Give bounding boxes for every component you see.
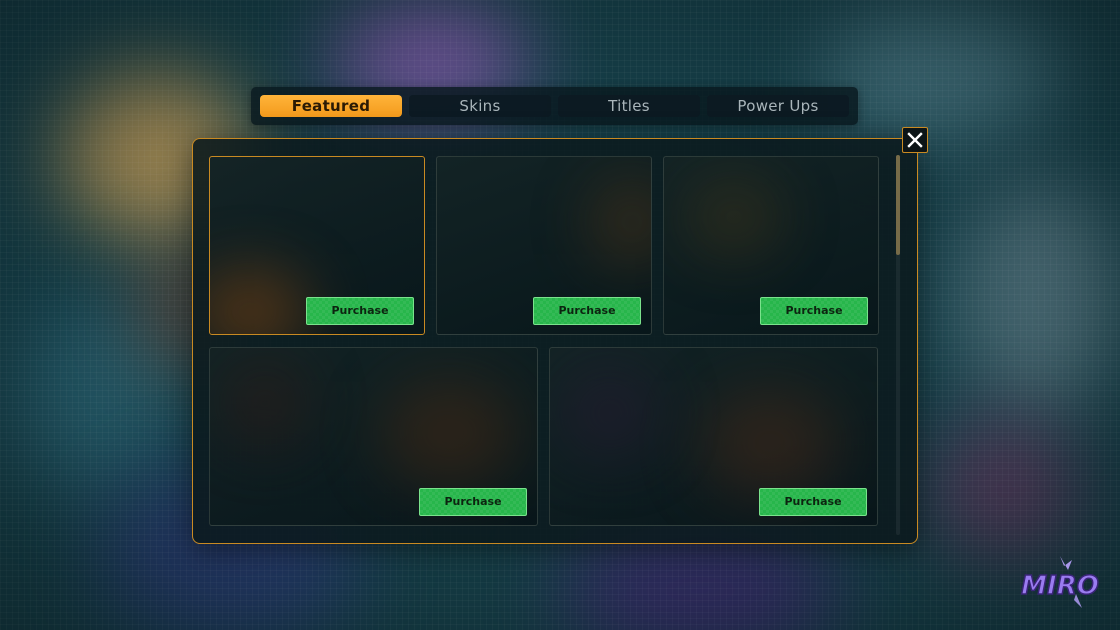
- category-tab-bar: Featured Skins Titles Power Ups: [251, 87, 858, 125]
- store-item-card[interactable]: Purchase: [209, 347, 538, 526]
- tab-skins[interactable]: Skins: [409, 95, 551, 117]
- purchase-button[interactable]: Purchase: [759, 488, 867, 516]
- card-preview: [220, 358, 310, 448]
- card-preview: [380, 378, 520, 488]
- card-preview: [700, 388, 840, 498]
- store-item-card[interactable]: Purchase: [436, 156, 652, 335]
- game-store-screen: Featured Skins Titles Power Ups Purchase…: [0, 0, 1120, 630]
- miro-logo: MIRO: [1020, 554, 1100, 612]
- tab-featured[interactable]: Featured: [260, 95, 402, 117]
- background-blob: [960, 180, 1120, 420]
- close-icon: [907, 132, 923, 148]
- purchase-button[interactable]: Purchase: [306, 297, 414, 325]
- purchase-button[interactable]: Purchase: [419, 488, 527, 516]
- close-button[interactable]: [902, 127, 928, 153]
- card-preview: [587, 177, 651, 267]
- purchase-button[interactable]: Purchase: [533, 297, 641, 325]
- scrollbar-thumb[interactable]: [896, 155, 900, 255]
- store-item-card[interactable]: Purchase: [209, 156, 425, 335]
- background-blob: [930, 420, 1080, 560]
- svg-text:MIRO: MIRO: [1021, 571, 1099, 601]
- card-preview: [210, 267, 310, 334]
- store-item-card[interactable]: Purchase: [663, 156, 879, 335]
- tab-power-ups[interactable]: Power Ups: [707, 95, 849, 117]
- tab-titles[interactable]: Titles: [558, 95, 700, 117]
- card-preview: [560, 368, 660, 458]
- card-preview: [684, 177, 784, 257]
- scrollbar-track[interactable]: [896, 155, 900, 535]
- store-item-card[interactable]: Purchase: [549, 347, 878, 526]
- purchase-button[interactable]: Purchase: [760, 297, 868, 325]
